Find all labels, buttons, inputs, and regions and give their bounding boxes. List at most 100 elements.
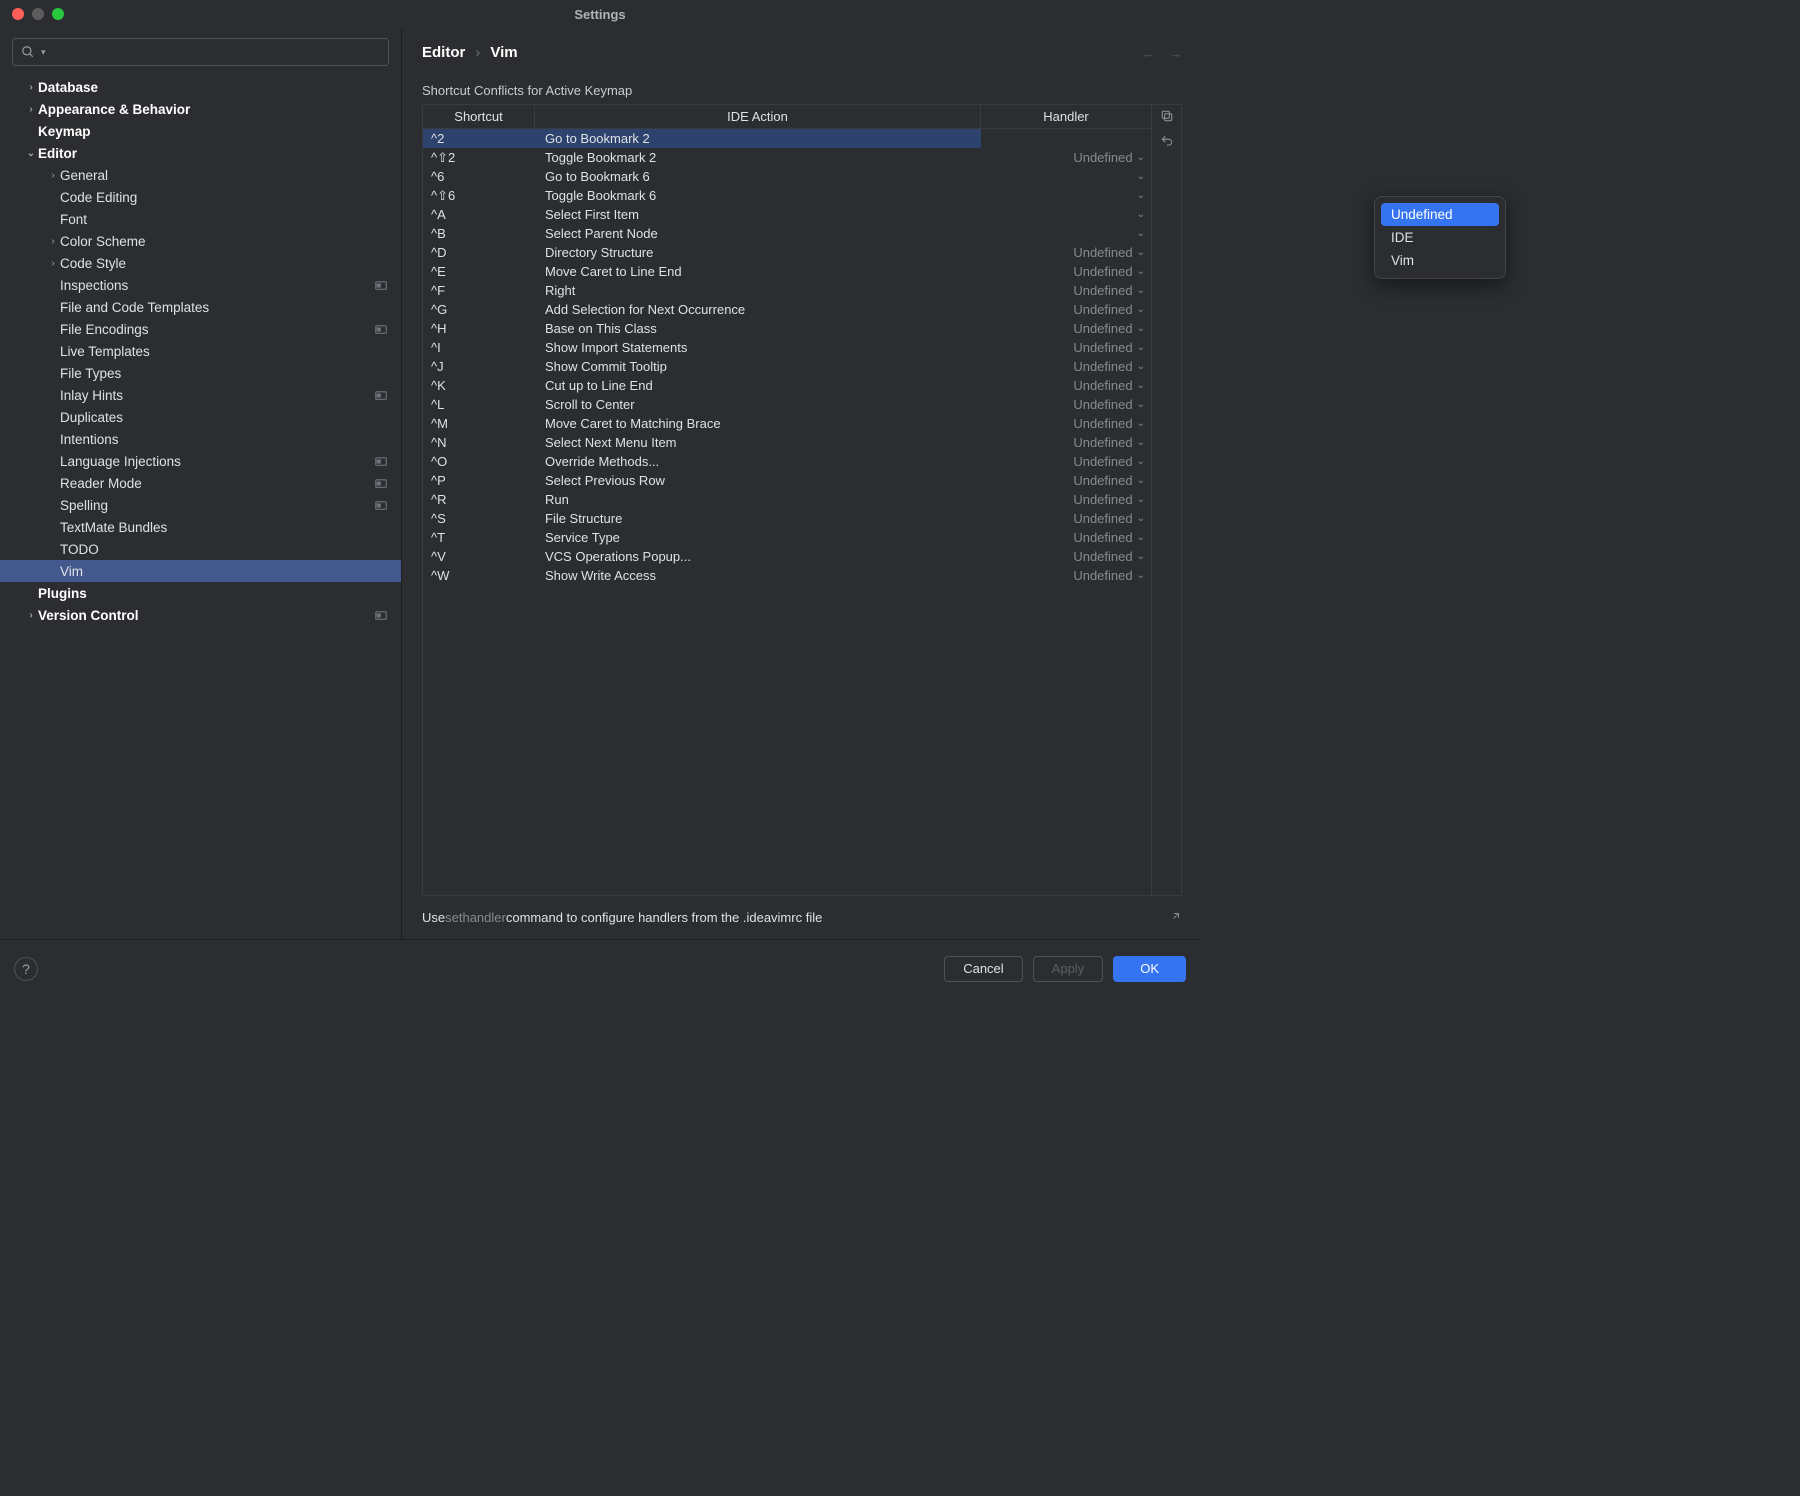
breadcrumb-vim: Vim: [490, 44, 517, 61]
sidebar-item-spelling[interactable]: Spelling: [0, 494, 401, 516]
cell-handler[interactable]: Undefined⌄: [981, 262, 1151, 281]
undo-icon[interactable]: [1160, 134, 1174, 151]
cell-handler[interactable]: ⌄: [981, 167, 1151, 186]
table-row[interactable]: ^BSelect Parent Node⌄: [423, 224, 1151, 243]
table-row[interactable]: ^SFile StructureUndefined⌄: [423, 509, 1151, 528]
cell-handler[interactable]: Undefined⌄: [981, 376, 1151, 395]
cell-handler[interactable]: ⌄: [981, 205, 1151, 224]
cell-handler[interactable]: Undefined⌄: [981, 509, 1151, 528]
cell-handler[interactable]: Undefined⌄: [981, 566, 1151, 585]
close-window-button[interactable]: [12, 8, 24, 20]
handler-dropdown[interactable]: Undefined IDE Vim: [1374, 196, 1506, 279]
cell-handler[interactable]: Undefined⌄: [981, 547, 1151, 566]
table-row[interactable]: ^WShow Write AccessUndefined⌄: [423, 566, 1151, 585]
sidebar-item-plugins[interactable]: Plugins: [0, 582, 401, 604]
table-row[interactable]: ^PSelect Previous RowUndefined⌄: [423, 471, 1151, 490]
cell-handler[interactable]: Undefined⌄: [981, 395, 1151, 414]
table-row[interactable]: ^ASelect First Item⌄: [423, 205, 1151, 224]
sidebar-item-language-injections[interactable]: Language Injections: [0, 450, 401, 472]
sidebar-item-todo[interactable]: TODO: [0, 538, 401, 560]
cell-handler[interactable]: Undefined⌄: [981, 414, 1151, 433]
table-row[interactable]: ^VVCS Operations Popup...Undefined⌄: [423, 547, 1151, 566]
ok-button[interactable]: OK: [1113, 956, 1186, 982]
cell-handler[interactable]: Undefined⌄: [981, 243, 1151, 262]
cell-shortcut: ^2: [423, 129, 535, 148]
sidebar-item-inlay-hints[interactable]: Inlay Hints: [0, 384, 401, 406]
sidebar-item-vim[interactable]: Vim: [0, 560, 401, 582]
table-row[interactable]: ^KCut up to Line EndUndefined⌄: [423, 376, 1151, 395]
table-row[interactable]: ^LScroll to CenterUndefined⌄: [423, 395, 1151, 414]
copy-icon[interactable]: [1160, 109, 1174, 126]
sidebar-item-code-editing[interactable]: Code Editing: [0, 186, 401, 208]
cancel-button[interactable]: Cancel: [944, 956, 1022, 982]
table-row[interactable]: ^TService TypeUndefined⌄: [423, 528, 1151, 547]
table-row[interactable]: ^2Go to Bookmark 2: [423, 129, 1151, 148]
cell-handler[interactable]: [981, 129, 1151, 148]
external-link-icon[interactable]: [1170, 910, 1182, 925]
col-shortcut[interactable]: Shortcut: [423, 105, 535, 128]
cell-handler[interactable]: Undefined⌄: [981, 471, 1151, 490]
table-row[interactable]: ^MMove Caret to Matching BraceUndefined⌄: [423, 414, 1151, 433]
cell-handler[interactable]: Undefined⌄: [981, 319, 1151, 338]
sidebar-item-file-and-code-templates[interactable]: File and Code Templates: [0, 296, 401, 318]
chevron-down-icon: ⌄: [1137, 152, 1145, 163]
sidebar-item-reader-mode[interactable]: Reader Mode: [0, 472, 401, 494]
sidebar-item-color-scheme[interactable]: ›Color Scheme: [0, 230, 401, 252]
cell-handler[interactable]: Undefined⌄: [981, 452, 1151, 471]
table-row[interactable]: ^HBase on This ClassUndefined⌄: [423, 319, 1151, 338]
apply-button[interactable]: Apply: [1033, 956, 1104, 982]
table-row[interactable]: ^FRightUndefined⌄: [423, 281, 1151, 300]
sidebar-item-version-control[interactable]: ›Version Control: [0, 604, 401, 626]
cell-handler[interactable]: Undefined⌄: [981, 148, 1151, 167]
cell-handler[interactable]: ⌄: [981, 224, 1151, 243]
sidebar-item-inspections[interactable]: Inspections: [0, 274, 401, 296]
search-input-wrap[interactable]: ▾: [12, 38, 389, 66]
cell-handler[interactable]: Undefined⌄: [981, 528, 1151, 547]
cell-handler[interactable]: Undefined⌄: [981, 490, 1151, 509]
table-row[interactable]: ^6Go to Bookmark 6⌄: [423, 167, 1151, 186]
table-row[interactable]: ^⇧6Toggle Bookmark 6⌄: [423, 186, 1151, 205]
handler-value: Undefined: [1073, 283, 1132, 298]
cell-handler[interactable]: Undefined⌄: [981, 281, 1151, 300]
maximize-window-button[interactable]: [52, 8, 64, 20]
col-handler[interactable]: Handler: [981, 105, 1151, 128]
handler-option-ide[interactable]: IDE: [1381, 226, 1499, 249]
sidebar-item-appearance-behavior[interactable]: ›Appearance & Behavior: [0, 98, 401, 120]
handler-option-undefined[interactable]: Undefined: [1381, 203, 1499, 226]
minimize-window-button[interactable]: [32, 8, 44, 20]
cell-handler[interactable]: ⌄: [981, 186, 1151, 205]
forward-icon[interactable]: →: [1169, 46, 1182, 61]
table-row[interactable]: ^JShow Commit TooltipUndefined⌄: [423, 357, 1151, 376]
sidebar-item-file-encodings[interactable]: File Encodings: [0, 318, 401, 340]
search-input[interactable]: [52, 45, 380, 60]
sidebar-item-general[interactable]: ›General: [0, 164, 401, 186]
table-row[interactable]: ^DDirectory StructureUndefined⌄: [423, 243, 1151, 262]
sidebar-item-intentions[interactable]: Intentions: [0, 428, 401, 450]
table-row[interactable]: ^NSelect Next Menu ItemUndefined⌄: [423, 433, 1151, 452]
cell-handler[interactable]: Undefined⌄: [981, 300, 1151, 319]
breadcrumb-editor[interactable]: Editor: [422, 44, 465, 61]
sidebar-item-keymap[interactable]: Keymap: [0, 120, 401, 142]
cell-handler[interactable]: Undefined⌄: [981, 433, 1151, 452]
sidebar-item-duplicates[interactable]: Duplicates: [0, 406, 401, 428]
table-row[interactable]: ^GAdd Selection for Next OccurrenceUndef…: [423, 300, 1151, 319]
sidebar-item-textmate-bundles[interactable]: TextMate Bundles: [0, 516, 401, 538]
cell-handler[interactable]: Undefined⌄: [981, 338, 1151, 357]
table-row[interactable]: ^OOverride Methods...Undefined⌄: [423, 452, 1151, 471]
table-row[interactable]: ^IShow Import StatementsUndefined⌄: [423, 338, 1151, 357]
help-button[interactable]: ?: [14, 957, 38, 981]
sidebar-item-editor[interactable]: ⌄Editor: [0, 142, 401, 164]
chevron-down-icon: ⌄: [1137, 418, 1145, 429]
sidebar-item-font[interactable]: Font: [0, 208, 401, 230]
sidebar-item-file-types[interactable]: File Types: [0, 362, 401, 384]
col-action[interactable]: IDE Action: [535, 105, 981, 128]
handler-option-vim[interactable]: Vim: [1381, 249, 1499, 272]
sidebar-item-live-templates[interactable]: Live Templates: [0, 340, 401, 362]
table-row[interactable]: ^RRunUndefined⌄: [423, 490, 1151, 509]
table-row[interactable]: ^⇧2Toggle Bookmark 2Undefined⌄: [423, 148, 1151, 167]
back-icon[interactable]: ←: [1142, 46, 1155, 61]
table-row[interactable]: ^EMove Caret to Line EndUndefined⌄: [423, 262, 1151, 281]
cell-handler[interactable]: Undefined⌄: [981, 357, 1151, 376]
sidebar-item-database[interactable]: ›Database: [0, 76, 401, 98]
sidebar-item-code-style[interactable]: ›Code Style: [0, 252, 401, 274]
